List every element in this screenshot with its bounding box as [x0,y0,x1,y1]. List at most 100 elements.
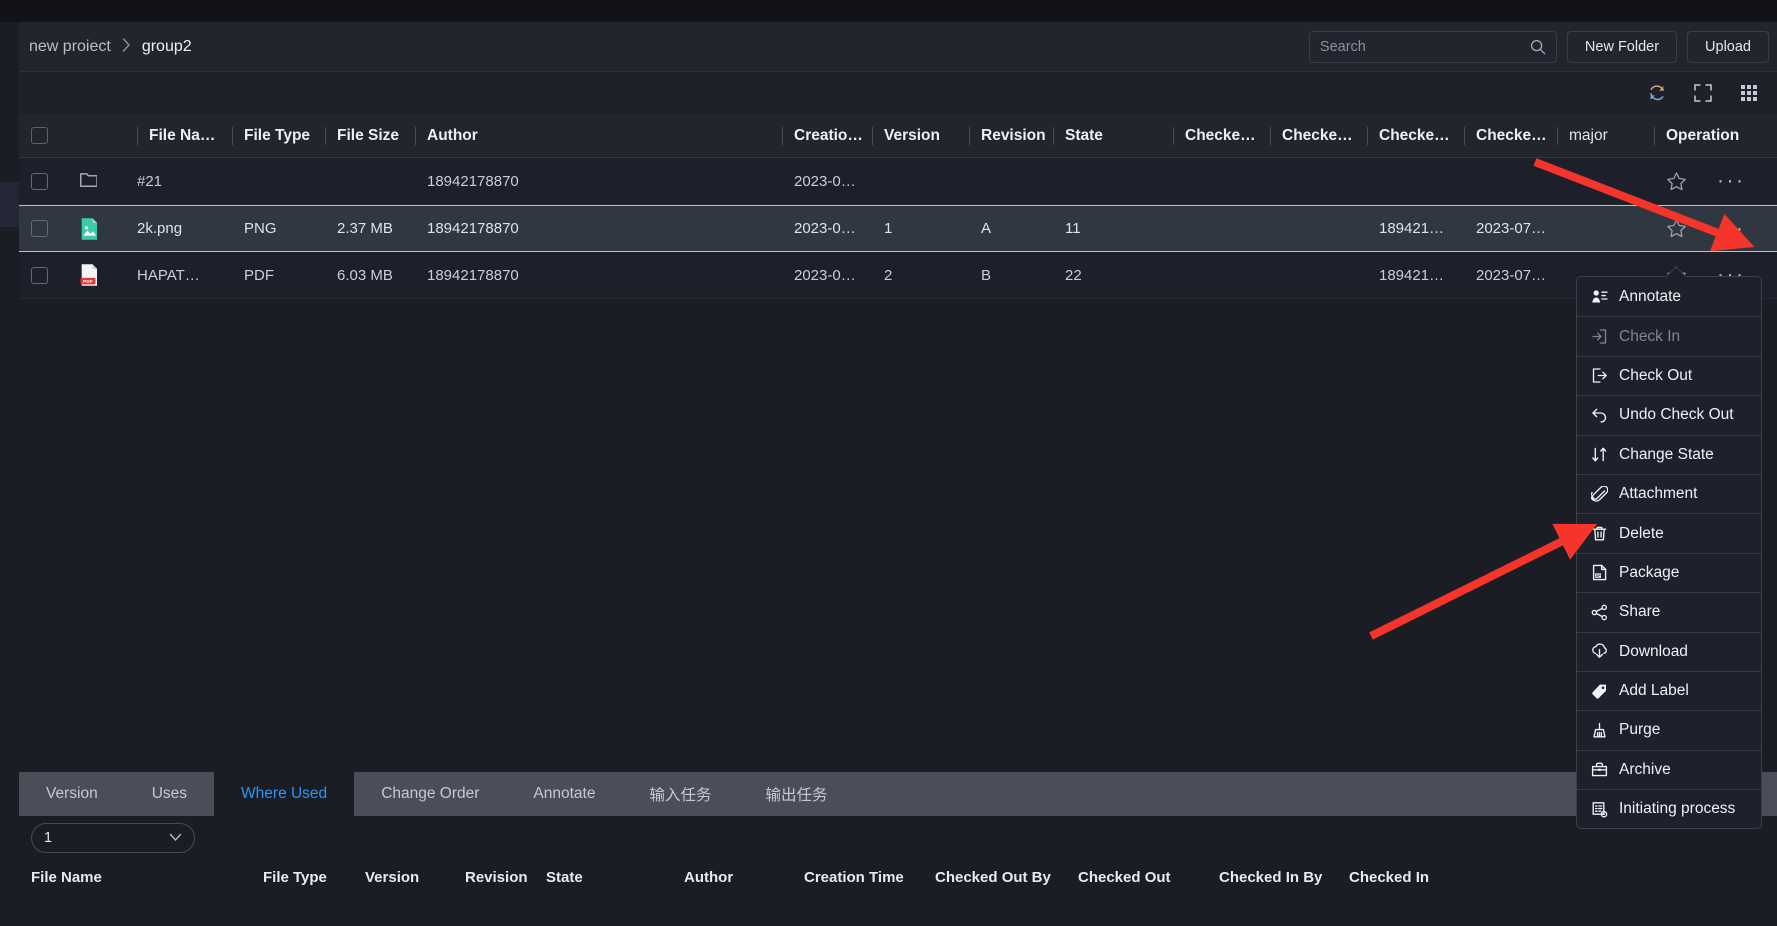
context-menu-item-attachment[interactable]: Attachment [1577,473,1761,513]
favorite-star-icon[interactable] [1666,218,1687,239]
new-folder-button[interactable]: New Folder [1566,30,1678,63]
detail-column-header[interactable]: State [546,869,684,886]
left-rail [0,22,19,926]
column-header-creation_time[interactable]: Creatio… [782,114,872,158]
cell-version: 1 [872,206,969,251]
context-menu-item-check-out[interactable]: Check Out [1577,355,1761,395]
context-menu-item-initiating-process[interactable]: Initiating process [1577,789,1761,828]
cell-state: 11 [1053,206,1173,251]
detail-column-header[interactable]: Checked Out [1078,869,1219,886]
row-checkbox[interactable] [31,220,48,237]
search-box[interactable] [1308,30,1557,63]
table-row[interactable]: #21 18942178870 2023-0… ··· [19,158,1777,205]
refresh-icon[interactable] [1647,83,1667,103]
fullscreen-icon[interactable] [1693,83,1713,103]
column-header-operation[interactable]: Operation [1654,114,1777,158]
level-select-value: 1 [44,830,53,846]
column-header-checked_out[interactable]: Checke… [1270,114,1367,158]
cell-spacer1 [67,206,97,251]
detail-column-header[interactable]: Checked In By [1219,869,1349,886]
context-menu-item-label: Archive [1619,760,1671,778]
select-all-checkbox[interactable] [31,127,48,144]
tab-输出任务[interactable]: 输出任务 [739,772,855,816]
column-header-checked_out_by[interactable]: Checke… [1173,114,1270,158]
context-menu-item-change-state[interactable]: Change State [1577,434,1761,474]
tab-version[interactable]: Version [19,772,125,816]
detail-column-header[interactable]: File Type [263,869,365,886]
cell-operation: ··· [1654,158,1777,204]
row-more-actions-button[interactable]: ··· [1717,218,1745,239]
upload-button[interactable]: Upload [1687,30,1769,63]
context-menu-item-delete[interactable]: Delete [1577,513,1761,552]
column-header-file_size[interactable]: File Size [325,114,415,158]
context-menu-item-download[interactable]: Download [1577,631,1761,671]
context-menu-item-archive[interactable]: Archive [1577,749,1761,789]
cell-checked_in_by: 189421… [1367,206,1464,251]
column-header-major[interactable]: major [1557,114,1654,158]
cell-checked_in_by [1367,158,1464,204]
detail-column-header[interactable]: Revision [465,869,546,886]
cell-checked_in: 2023-07… [1464,252,1557,298]
context-menu-item-share[interactable]: Share [1577,592,1761,631]
column-header-file_name[interactable]: File Na… [137,114,232,158]
detail-column-header[interactable]: Checked In [1349,869,1469,886]
detail-column-header[interactable]: Creation Time [804,869,935,886]
column-header-checked_in_by[interactable]: Checke… [1367,114,1464,158]
context-menu-item-check-in: Check In [1577,316,1761,355]
image-file-icon [79,217,97,241]
cell-version [872,158,969,204]
row-checkbox[interactable] [31,172,48,190]
tab-where-used[interactable]: Where Used [214,772,355,816]
tab-change-order[interactable]: Change Order [354,772,506,816]
cell-value: 6.03 MB [337,266,393,284]
column-header-version[interactable]: Version [872,114,969,158]
cell-value: 189421… [1379,266,1445,284]
detail-column-header[interactable]: Version [365,869,465,886]
search-icon [1530,39,1546,55]
tab-输入任务[interactable]: 输入任务 [622,772,738,816]
row-checkbox[interactable] [31,266,48,284]
breadcrumb-current[interactable]: group2 [142,38,192,56]
grid-view-icon[interactable] [1739,83,1759,103]
column-header-author[interactable]: Author [415,114,782,158]
column-header-spacer2[interactable] [97,114,137,158]
table-row[interactable]: 2k.png PNG 2.37 MB 18942178870 2023-0… 1 A 11 18… [19,205,1777,252]
context-menu-item-package[interactable]: ZIP Package [1577,552,1761,592]
cell-checked_in: 2023-07… [1464,206,1557,251]
column-header-state[interactable]: State [1053,114,1173,158]
process-icon [1591,801,1608,818]
file-name-label[interactable]: 2k.png [137,220,182,237]
file-name-label[interactable]: HAPAT… [137,267,200,284]
context-menu-item-purge[interactable]: Purge [1577,710,1761,749]
column-header-checked_in[interactable]: Checke… [1464,114,1557,158]
detail-column-header[interactable]: File Name [31,869,263,886]
column-header-revision[interactable]: Revision [969,114,1053,158]
chevron-right-icon [122,38,131,55]
tab-uses[interactable]: Uses [125,772,214,816]
file-table: File Na… File Type File Size Author Creatio…… [19,114,1777,772]
favorite-star-icon[interactable] [1666,171,1687,192]
table-row[interactable]: PDF HAPAT… PDF 6.03 MB 18942178870 2023-0… 2 B 2… [19,252,1777,299]
column-header-file_type[interactable]: File Type [232,114,325,158]
column-header-spacer1[interactable] [67,114,97,158]
cell-checked_out [1270,206,1367,251]
context-menu-item-add-label[interactable]: Add Label [1577,670,1761,710]
cell-value: 2023-0… [794,172,856,190]
row-more-actions-button[interactable]: ··· [1717,170,1745,191]
tab-annotate[interactable]: Annotate [506,772,622,816]
cell-file_name: HAPAT… [137,252,232,298]
column-header-checkbox[interactable] [19,114,67,158]
file-name-label[interactable]: #21 [137,173,162,190]
breadcrumb-root[interactable]: new proiect [29,38,111,56]
detail-column-header[interactable]: Checked Out By [935,869,1078,886]
context-menu-item-annotate[interactable]: Annotate [1577,277,1761,316]
detail-column-header[interactable]: Author [684,869,804,886]
cell-file_type [232,158,325,204]
cell-spacer2 [97,158,137,204]
search-input[interactable] [1319,38,1530,55]
cell-spacer1: PDF [67,252,97,298]
context-menu-item-undo-check-out[interactable]: Undo Check Out [1577,395,1761,434]
level-select[interactable]: 1 [31,823,195,853]
cell-revision [969,158,1053,204]
cell-checked_in [1464,158,1557,204]
